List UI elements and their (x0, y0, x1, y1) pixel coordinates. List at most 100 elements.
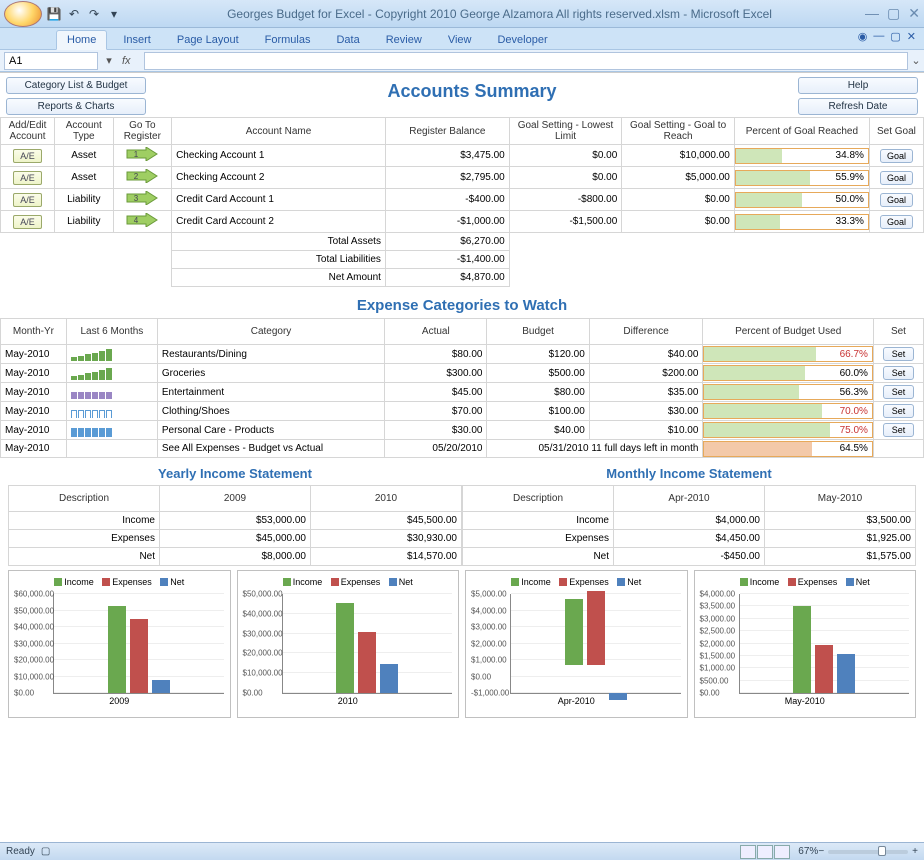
table-row: May-2010 Entertainment $45.00 $80.00 $35… (1, 383, 924, 402)
page-break-view-icon[interactable] (774, 845, 790, 859)
lowest-limit: $0.00 (509, 167, 622, 189)
fx-icon[interactable]: fx (122, 55, 138, 67)
set-button[interactable]: Set (883, 423, 915, 437)
yearly-income-title: Yearly Income Statement (8, 458, 462, 485)
percent-goal-reached: 50.0% (735, 192, 869, 208)
hdr-pct: Percent of Goal Reached (734, 118, 869, 145)
chart-bar (565, 599, 583, 665)
formula-expand-icon[interactable]: ⌄ (908, 54, 924, 67)
hdr-set: Set (873, 319, 923, 345)
zoom-out-icon[interactable]: − (818, 846, 824, 857)
qat-dropdown-icon[interactable]: ▾ (106, 6, 122, 22)
window-controls: — ▢ ✕ (865, 5, 920, 22)
save-icon[interactable]: 💾 (46, 6, 62, 22)
goto-register-button[interactable]: 3 (126, 191, 158, 205)
category: Entertainment (157, 383, 384, 402)
namebox-dropdown-icon[interactable]: ▾ (102, 54, 116, 67)
account-name: Checking Account 2 (172, 167, 386, 189)
set-button[interactable]: Set (883, 385, 915, 399)
monthly-col0: Apr-2010 (614, 486, 765, 512)
zoom-level[interactable]: 67% (798, 846, 818, 857)
name-box[interactable]: A1 (4, 52, 98, 70)
tab-review[interactable]: Review (376, 31, 432, 49)
chart-bar (108, 606, 126, 693)
tab-home[interactable]: Home (56, 30, 107, 50)
percent-goal-reached: 34.8% (735, 148, 869, 164)
hdr-diff: Difference (589, 319, 703, 345)
tab-developer[interactable]: Developer (487, 31, 557, 49)
goal-button[interactable]: Goal (880, 215, 913, 229)
undo-icon[interactable]: ↶ (66, 6, 82, 22)
chart-legend: Income Expenses Net (699, 575, 912, 590)
percent-budget-used: 70.0% (703, 403, 873, 419)
bar-chart: Income Expenses Net -$1,000.00$0.00$1,00… (465, 570, 688, 718)
goto-register-button[interactable]: 1 (126, 147, 158, 161)
chart-x-label: 2009 (13, 694, 226, 706)
chart-bar (793, 606, 811, 693)
redo-icon[interactable]: ↷ (86, 6, 102, 22)
minimize-ribbon-icon[interactable]: — (873, 30, 884, 43)
percent-budget-used: 66.7% (703, 346, 873, 362)
goal-to-reach: $10,000.00 (622, 145, 735, 167)
hdr-setgoal: Set Goal (869, 118, 923, 145)
goal-button[interactable]: Goal (880, 171, 913, 185)
account-name: Credit Card Account 2 (172, 211, 386, 233)
help-button[interactable]: Help (798, 77, 918, 94)
chart-x-label: 2010 (242, 694, 455, 706)
set-button[interactable]: Set (883, 366, 915, 380)
svg-text:4: 4 (134, 216, 139, 225)
goal-button[interactable]: Goal (880, 149, 913, 163)
restore-icon[interactable]: ▢ (887, 5, 900, 22)
tab-page-layout[interactable]: Page Layout (167, 31, 249, 49)
normal-view-icon[interactable] (740, 845, 756, 859)
tab-view[interactable]: View (438, 31, 482, 49)
category: Clothing/Shoes (157, 402, 384, 421)
add-edit-button[interactable]: A/E (13, 149, 42, 163)
page-layout-view-icon[interactable] (757, 845, 773, 859)
total-assets: $6,270.00 (385, 233, 509, 251)
reports-charts-button[interactable]: Reports & Charts (6, 98, 146, 115)
goto-register-button[interactable]: 2 (126, 169, 158, 183)
close-workbook-icon[interactable]: ✕ (907, 30, 916, 43)
office-button[interactable] (4, 1, 42, 27)
minimize-icon[interactable]: — (865, 5, 879, 22)
budget: $100.00 (487, 402, 589, 421)
hdr-name: Account Name (172, 118, 386, 145)
category-list-button[interactable]: Category List & Budget (6, 77, 146, 94)
tab-insert[interactable]: Insert (113, 31, 161, 49)
goal-button[interactable]: Goal (880, 193, 913, 207)
days-left: 05/31/2010 11 full days left in month (487, 440, 703, 458)
hdr-actual: Actual (385, 319, 487, 345)
bar-chart: Income Expenses Net $0.00$500.00$1,000.0… (694, 570, 917, 718)
formula-input[interactable] (144, 52, 908, 70)
goto-register-button[interactable]: 4 (126, 213, 158, 227)
macro-record-icon[interactable]: ▢ (41, 846, 50, 857)
add-edit-button[interactable]: A/E (13, 193, 42, 207)
expense-table: Month-Yr Last 6 Months Category Actual B… (0, 318, 924, 458)
see-all-expenses[interactable]: See All Expenses - Budget vs Actual (157, 440, 384, 458)
hdr-pctused: Percent of Budget Used (703, 319, 874, 345)
help-icon[interactable]: ◉ (858, 30, 868, 43)
tab-data[interactable]: Data (326, 31, 369, 49)
hdr-goal: Goal Setting - Goal to Reach (622, 118, 735, 145)
close-icon[interactable]: ✕ (908, 5, 920, 22)
refresh-date-button[interactable]: Refresh Date (798, 98, 918, 115)
chart-bar (336, 603, 354, 693)
restore-window-icon[interactable]: ▢ (890, 30, 900, 43)
zoom-slider[interactable] (828, 850, 908, 854)
accounts-summary-title: Accounts Summary (146, 77, 798, 106)
add-edit-button[interactable]: A/E (13, 215, 42, 229)
month-yr: May-2010 (1, 402, 67, 421)
set-button[interactable]: Set (883, 347, 915, 361)
actual: $45.00 (385, 383, 487, 402)
percent-budget-used: 60.0% (703, 365, 873, 381)
register-balance: -$1,000.00 (385, 211, 509, 233)
hdr-cat: Category (157, 319, 384, 345)
actual: $80.00 (385, 345, 487, 364)
hdr-balance: Register Balance (385, 118, 509, 145)
set-button[interactable]: Set (883, 404, 915, 418)
zoom-in-icon[interactable]: + (912, 846, 918, 857)
chart-bar (152, 680, 170, 693)
add-edit-button[interactable]: A/E (13, 171, 42, 185)
tab-formulas[interactable]: Formulas (255, 31, 321, 49)
